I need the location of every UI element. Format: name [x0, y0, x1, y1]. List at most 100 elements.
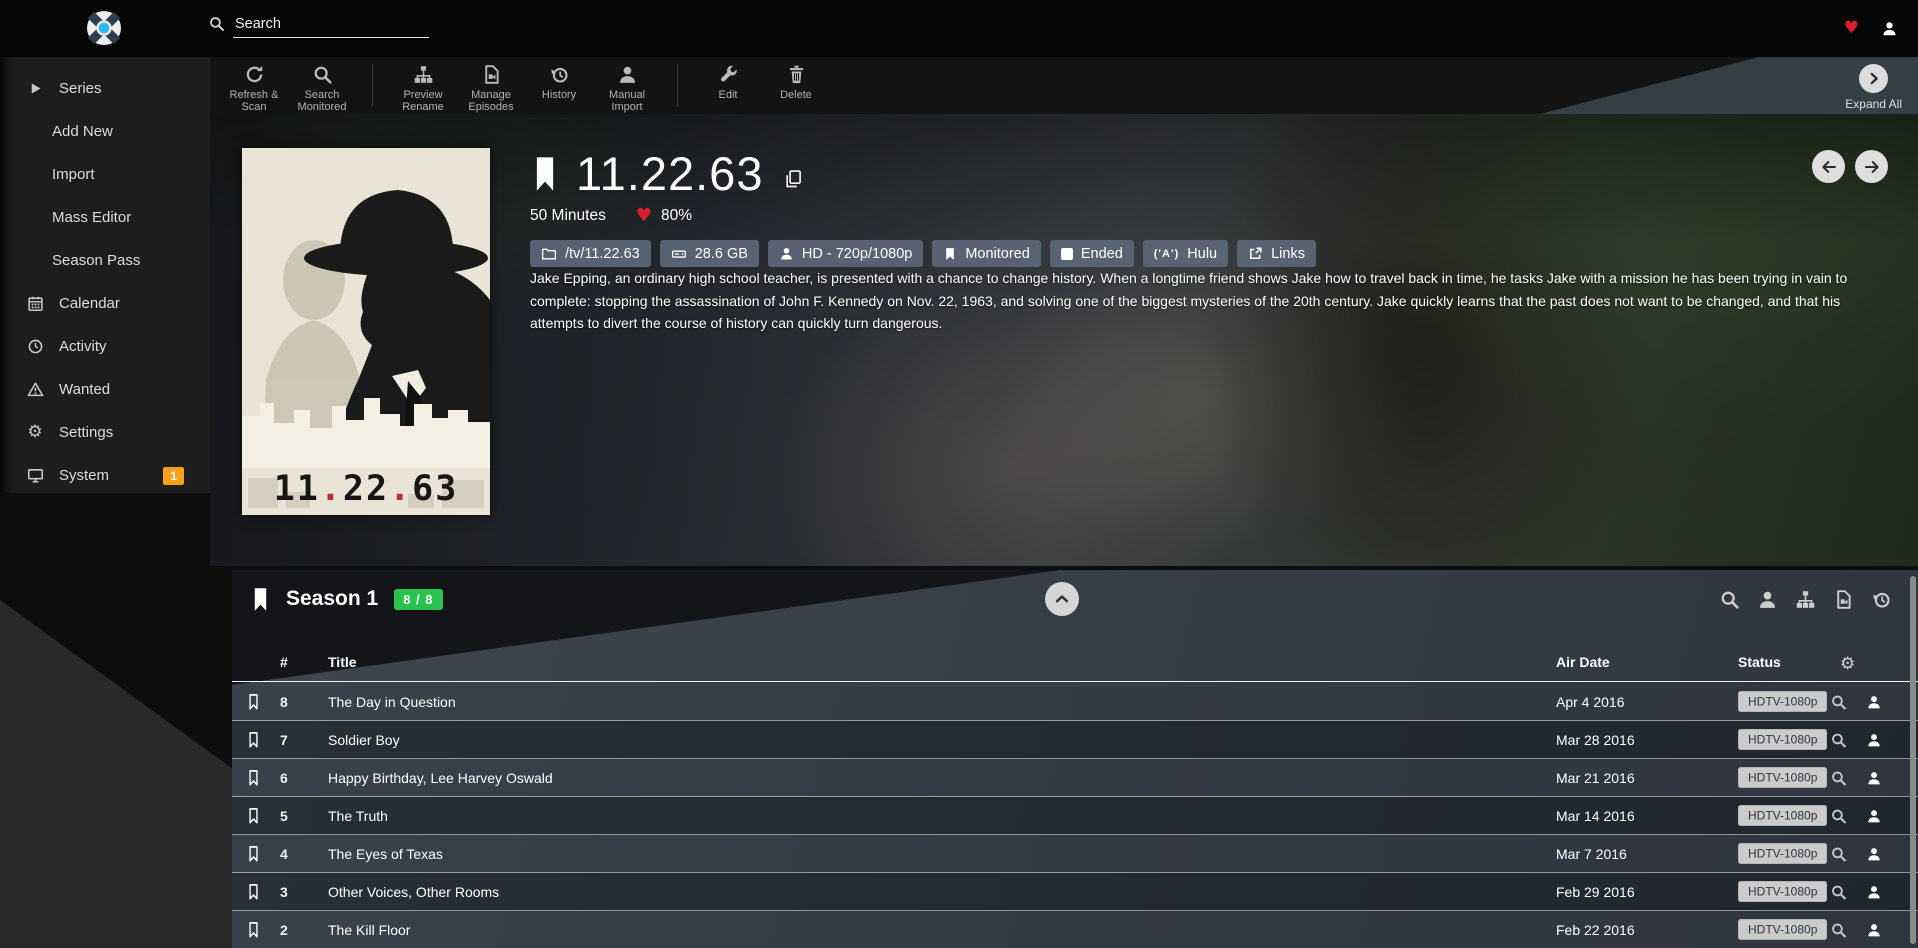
sidebar-item-label: Mass Editor: [52, 209, 131, 226]
column-header-title: Title: [328, 654, 357, 670]
episode-search-icon[interactable]: [1830, 921, 1847, 938]
episode-title[interactable]: The Truth: [328, 808, 388, 824]
episode-air-date: Mar 21 2016: [1556, 770, 1635, 786]
episode-monitored-bookmark-icon[interactable]: [246, 692, 261, 711]
season-monitored-bookmark-icon[interactable]: [250, 586, 271, 613]
episode-manual-search-icon[interactable]: [1866, 884, 1882, 900]
sidebar-item-activity[interactable]: Activity: [0, 325, 210, 368]
broadcast-icon: ('A'): [1154, 248, 1180, 260]
links-badge[interactable]: Links: [1237, 240, 1316, 267]
season-rename-sitemap-icon[interactable]: [1795, 589, 1816, 610]
episode-monitored-bookmark-icon[interactable]: [246, 768, 261, 787]
history-button[interactable]: History: [525, 57, 593, 114]
episode-row[interactable]: 7 Soldier Boy Mar 28 2016 HDTV-1080p: [232, 721, 1918, 759]
episode-title[interactable]: The Eyes of Texas: [328, 846, 443, 862]
sidebar-item-label: Import: [52, 166, 95, 183]
episode-status-cell: HDTV-1080p: [1738, 693, 1827, 711]
series-poster[interactable]: 11.22.63: [242, 148, 490, 515]
sidebar-item-import[interactable]: Import: [0, 153, 210, 196]
search-monitored-button[interactable]: Search Monitored: [288, 57, 356, 114]
episode-row[interactable]: 2 The Kill Floor Feb 22 2016 HDTV-1080p: [232, 911, 1918, 948]
refresh-icon: [244, 64, 265, 85]
episode-search-icon[interactable]: [1830, 769, 1847, 786]
episode-manual-search-icon[interactable]: [1866, 846, 1882, 862]
sidebar: Series Add New Import Mass Editor Season…: [0, 57, 210, 493]
episode-status-cell: HDTV-1080p: [1738, 921, 1827, 939]
clock-icon: [27, 338, 44, 355]
episode-search-icon[interactable]: [1830, 693, 1847, 710]
season-interactive-import-icon[interactable]: [1757, 589, 1778, 610]
search-icon: [312, 64, 333, 85]
episode-monitored-bookmark-icon[interactable]: [246, 844, 261, 863]
episode-number: 5: [280, 808, 288, 824]
copy-title-icon[interactable]: [783, 169, 803, 189]
episode-search-icon[interactable]: [1830, 807, 1847, 824]
episode-manual-search-icon[interactable]: [1866, 922, 1882, 938]
sidebar-item-wanted[interactable]: Wanted: [0, 368, 210, 411]
expand-all-button[interactable]: Expand All: [1845, 64, 1902, 111]
episode-row[interactable]: 4 The Eyes of Texas Mar 7 2016 HDTV-1080…: [232, 835, 1918, 873]
sidebar-item-label: Activity: [59, 338, 107, 355]
episode-status-cell: HDTV-1080p: [1738, 769, 1827, 787]
episode-manual-search-icon[interactable]: [1866, 770, 1882, 786]
episode-manual-search-icon[interactable]: [1866, 808, 1882, 824]
table-options-gear-icon[interactable]: ⚙: [1840, 656, 1855, 673]
series-monitored-bookmark-icon[interactable]: [530, 154, 560, 194]
episode-title[interactable]: The Day in Question: [328, 694, 456, 710]
sonarr-app: ♥ Series Add New Import Mass Editor Seas…: [0, 0, 1918, 948]
episode-number: 7: [280, 732, 288, 748]
episode-monitored-bookmark-icon[interactable]: [246, 920, 261, 939]
sidebar-item-settings[interactable]: ⚙ Settings: [0, 411, 210, 454]
episode-quality-badge: HDTV-1080p: [1738, 767, 1827, 788]
warning-triangle-icon: [27, 381, 44, 398]
episode-manual-search-icon[interactable]: [1866, 732, 1882, 748]
sonarr-logo-icon[interactable]: [86, 10, 122, 46]
sidebar-item-calendar[interactable]: Calendar: [0, 282, 210, 325]
season-history-icon[interactable]: [1871, 589, 1892, 610]
sidebar-item-series[interactable]: Series: [0, 67, 210, 110]
season-search-icon[interactable]: [1719, 589, 1740, 610]
season-title: Season 1: [286, 587, 378, 611]
sidebar-item-label: Calendar: [59, 295, 120, 312]
collapse-season-button[interactable]: [1045, 582, 1079, 616]
episode-row[interactable]: 6 Happy Birthday, Lee Harvey Oswald Mar …: [232, 759, 1918, 797]
episode-row[interactable]: 8 The Day in Question Apr 4 2016 HDTV-10…: [232, 683, 1918, 721]
sidebar-item-system[interactable]: System 1: [0, 454, 210, 497]
sidebar-item-add-new[interactable]: Add New: [0, 110, 210, 153]
episode-search-icon[interactable]: [1830, 731, 1847, 748]
episode-row[interactable]: 3 Other Voices, Other Rooms Feb 29 2016 …: [232, 873, 1918, 911]
episode-manual-search-icon[interactable]: [1866, 694, 1882, 710]
external-link-icon: [1248, 246, 1263, 261]
sidebar-item-season-pass[interactable]: Season Pass: [0, 239, 210, 282]
episode-title[interactable]: Soldier Boy: [328, 732, 400, 748]
search-input[interactable]: [233, 14, 429, 38]
user-account-icon[interactable]: [1881, 20, 1898, 37]
episode-monitored-bookmark-icon[interactable]: [246, 806, 261, 825]
sidebar-item-mass-editor[interactable]: Mass Editor: [0, 196, 210, 239]
manage-episodes-button[interactable]: Manage Episodes: [457, 57, 525, 114]
episode-monitored-bookmark-icon[interactable]: [246, 730, 261, 749]
episode-number: 6: [280, 770, 288, 786]
vertical-scrollbar[interactable]: [1910, 576, 1916, 944]
episode-quality-badge: HDTV-1080p: [1738, 919, 1827, 940]
episode-search-icon[interactable]: [1830, 883, 1847, 900]
episode-title[interactable]: Happy Birthday, Lee Harvey Oswald: [328, 770, 553, 786]
refresh-scan-button[interactable]: Refresh & Scan: [220, 57, 288, 114]
episode-search-icon[interactable]: [1830, 845, 1847, 862]
episode-monitored-bookmark-icon[interactable]: [246, 882, 261, 901]
episode-status-cell: HDTV-1080p: [1738, 807, 1827, 825]
sitemap-icon: [413, 64, 434, 85]
season-file-icon[interactable]: [1833, 589, 1854, 610]
delete-button[interactable]: Delete: [762, 57, 830, 114]
square-icon: [1061, 248, 1073, 260]
donate-heart-icon[interactable]: ♥: [1844, 20, 1859, 37]
season-header: Season 1 8 / 8: [232, 570, 1918, 628]
manual-import-button[interactable]: Manual Import: [593, 57, 661, 114]
episode-title[interactable]: Other Voices, Other Rooms: [328, 884, 499, 900]
episode-row[interactable]: 5 The Truth Mar 14 2016 HDTV-1080p: [232, 797, 1918, 835]
preview-rename-button[interactable]: Preview Rename: [389, 57, 457, 114]
episode-title[interactable]: The Kill Floor: [328, 922, 410, 938]
file-video-icon: [481, 64, 502, 85]
episode-number: 2: [280, 922, 288, 938]
edit-button[interactable]: Edit: [694, 57, 762, 114]
